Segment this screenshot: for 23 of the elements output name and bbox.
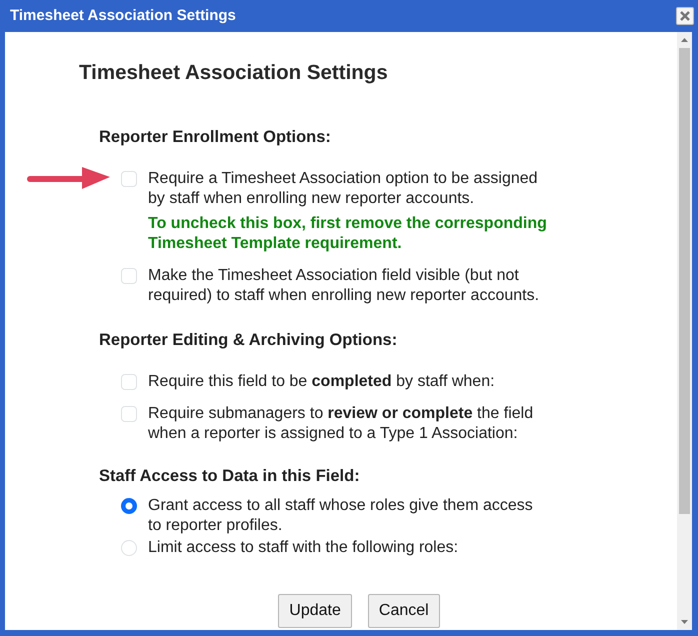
scrollbar[interactable] bbox=[677, 32, 692, 630]
radio-button[interactable] bbox=[121, 498, 137, 514]
close-button[interactable] bbox=[676, 7, 694, 25]
option-label: Limit access to staff with the following roles: bbox=[148, 538, 460, 558]
option-label: Require this field to be completed by staff when: bbox=[148, 372, 496, 392]
dialog-button[interactable]: Update bbox=[278, 594, 352, 628]
option-label: Require submanagers to review or complete the field when a reporter is assigned to a Type 1 Association: bbox=[148, 404, 534, 444]
section-heading: Reporter Enrollment Options: bbox=[99, 127, 332, 147]
window-title: Timesheet Association Settings bbox=[10, 6, 236, 26]
option-label: Grant access to all staff whose roles give them access to reporter profiles. bbox=[148, 496, 534, 536]
section-heading: Reporter Editing & Archiving Options: bbox=[99, 330, 398, 350]
section-heading: Staff Access to Data in this Field: bbox=[99, 466, 361, 486]
checkbox[interactable] bbox=[121, 268, 137, 284]
dialog-button[interactable]: Cancel bbox=[368, 594, 440, 628]
checkbox[interactable] bbox=[121, 406, 137, 422]
option-label: Make the Timesheet Association field visible (but not required) to staff when enrolling new reporter accounts. bbox=[148, 266, 540, 306]
checkbox[interactable] bbox=[121, 374, 137, 390]
option-label: Require a Timesheet Association option to be assigned by staff when enrolling new reporter accounts. bbox=[148, 169, 539, 209]
warning-note: To uncheck this box, first remove the corresponding Timesheet Template requirement. bbox=[148, 214, 548, 254]
dialog-heading: Timesheet Association Settings bbox=[79, 61, 389, 85]
close-icon bbox=[679, 10, 691, 22]
checkbox[interactable] bbox=[121, 171, 137, 187]
scrollbar-thumb[interactable] bbox=[679, 48, 690, 514]
